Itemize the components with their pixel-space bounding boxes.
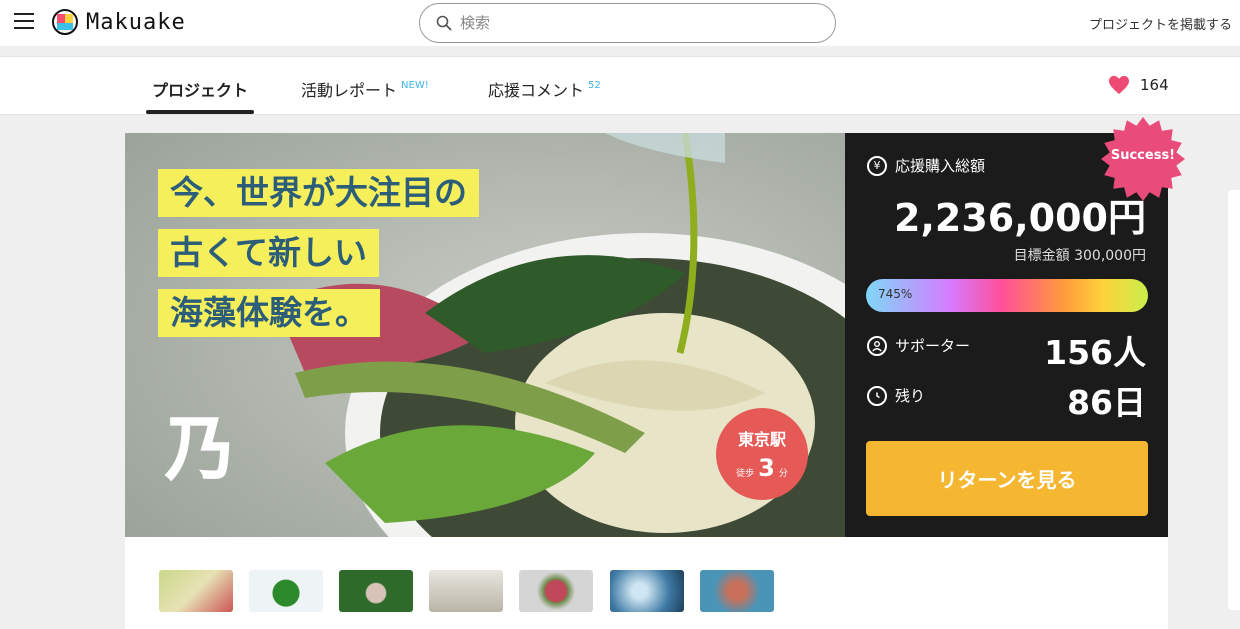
logo[interactable]: Makuake [52, 9, 186, 35]
user-icon [867, 335, 887, 356]
svg-text:乃: 乃 [165, 408, 235, 490]
thumbnail-1[interactable] [159, 570, 233, 612]
project-tabs: プロジェクト 活動レポート NEW! 応援コメント 52 164 [0, 56, 1240, 115]
makuake-logo-icon [52, 9, 78, 35]
walk-unit: 分 [778, 469, 788, 479]
goal-amount: 目標金額 300,000円 [1013, 248, 1146, 264]
tab-project[interactable]: プロジェクト [152, 77, 248, 101]
headline-line-2: 古くて新しい [158, 229, 380, 277]
thumbnail-6[interactable] [610, 570, 684, 612]
thumbnail-3[interactable] [339, 570, 413, 612]
remaining-value: 86日 [1067, 383, 1146, 422]
tab-report[interactable]: 活動レポート NEW! [301, 77, 429, 101]
search-box[interactable] [419, 3, 836, 43]
post-project-link[interactable]: プロジェクトを掲載する [1089, 14, 1232, 33]
headline-line-1: 今、世界が大注目の [158, 169, 479, 217]
new-badge: NEW! [401, 80, 429, 91]
station-badge: 東京駅 徒歩 3 分 [716, 408, 808, 500]
supporters-value: 156人 [1044, 333, 1146, 372]
view-returns-button[interactable]: リターンを見る [866, 441, 1148, 516]
walk-minutes: 3 [758, 454, 775, 482]
thumbnail-4[interactable] [429, 570, 503, 612]
tab-comments-label: 応援コメント [488, 81, 585, 100]
comments-count: 52 [588, 80, 601, 91]
menu-icon[interactable] [14, 13, 34, 31]
total-label: 応援購入総額 [895, 157, 986, 175]
heart-icon [1109, 75, 1129, 95]
thumbnail-7[interactable] [700, 570, 774, 612]
walk-prefix: 徒歩 [736, 469, 755, 479]
supporters-label-row: サポーター [867, 335, 970, 356]
success-badge-text: Success! [1110, 148, 1176, 163]
tab-comments[interactable]: 応援コメント 52 [488, 77, 601, 101]
tab-report-label: 活動レポート [301, 81, 398, 100]
remaining-label: 残り [895, 387, 926, 405]
thumbnail-strip [125, 537, 1168, 629]
favorite-count: 164 [1140, 76, 1169, 94]
side-edge-handle[interactable] [1228, 190, 1240, 610]
progress-bar: 745% [866, 279, 1148, 312]
logo-text: Makuake [86, 9, 186, 35]
favorite-button[interactable]: 164 [1108, 75, 1169, 95]
station-name: 東京駅 [737, 430, 786, 449]
thumbnail-2[interactable] [249, 570, 323, 612]
active-tab-indicator [146, 110, 254, 114]
total-label-row: ¥ 応援購入総額 [867, 155, 985, 176]
yen-icon: ¥ [867, 155, 887, 176]
project-main-image[interactable]: 乃 今、世界が大注目の 古くて新しい 海藻体験を。 東京駅 徒歩 3 分 [125, 133, 845, 537]
search-input[interactable] [460, 14, 800, 32]
search-icon [436, 15, 452, 31]
remaining-label-row: 残り [867, 385, 925, 406]
top-header: Makuake プロジェクトを掲載する [0, 0, 1240, 46]
clock-icon [867, 385, 887, 406]
progress-percent: 745% [878, 287, 913, 301]
headline-line-3: 海藻体験を。 [158, 289, 380, 337]
thumbnail-5[interactable] [519, 570, 593, 612]
supporters-label: サポーター [895, 337, 971, 355]
walk-time: 徒歩 3 分 [716, 454, 808, 482]
